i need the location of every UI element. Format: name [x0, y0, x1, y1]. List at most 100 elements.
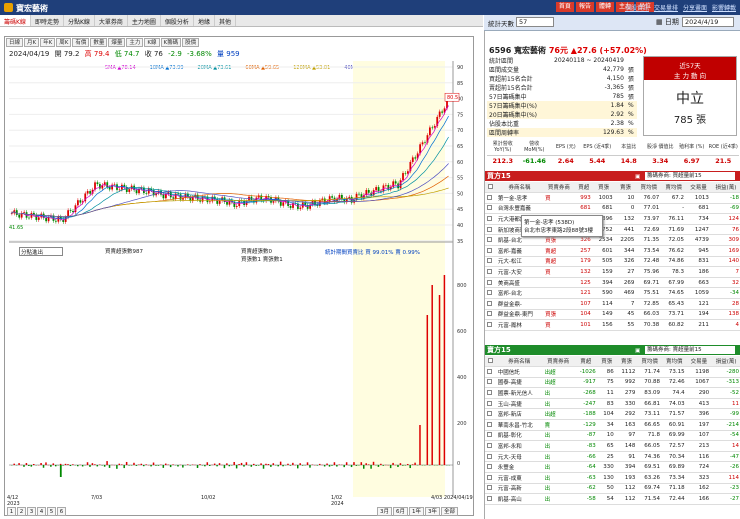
row-checkbox[interactable] — [485, 246, 496, 257]
broker-name[interactable]: 凱基-高山 — [496, 494, 543, 505]
table-row[interactable]: 永豐金出 -64 330 394 69.51 69.89 724 -26 — [485, 462, 740, 473]
top-link-1[interactable]: 交易量排 — [654, 3, 678, 12]
row-checkbox[interactable] — [485, 409, 496, 420]
broker-name[interactable]: 元富-鳳林 — [496, 320, 543, 331]
table-row[interactable]: 中國信託 出超 -1026 86 1112 71.74 73.15 1198 -280 — [485, 367, 740, 378]
column-header[interactable]: 交易量 — [687, 356, 712, 367]
chart-canvas[interactable]: 90858075706560555045403580.541.658006004… — [5, 37, 473, 505]
table-row[interactable]: 國票-新光信人出 -268 11 279 83.09 74.4 290 -52 — [485, 388, 740, 399]
page-button[interactable]: 3 — [27, 507, 36, 516]
table-row[interactable]: 元富-高新出 -62 50 112 69.74 71.18 162 -23 — [485, 483, 740, 494]
top-button-1[interactable]: 報告 — [576, 2, 594, 12]
column-header[interactable]: 券商名稱 — [496, 182, 543, 193]
table-row[interactable]: 美商高盛 125 394 269 69.71 67.99 663 32 — [485, 277, 740, 288]
broker-name[interactable]: 凱基-彰化 — [496, 430, 543, 441]
menu-tab-4[interactable]: 主力地圖 — [128, 15, 161, 26]
column-header[interactable]: 買賣券商 — [543, 356, 574, 367]
range-button[interactable]: 3月 — [377, 507, 392, 516]
range-button[interactable]: 全部 — [441, 507, 458, 516]
column-header[interactable]: 賣張 — [616, 356, 638, 367]
table-row[interactable]: 富邦-台北 121 590 469 75.51 74.65 1059 -34 — [485, 288, 740, 299]
row-checkbox[interactable] — [485, 388, 496, 399]
column-header[interactable]: 券商名稱 — [496, 356, 543, 367]
row-checkbox[interactable] — [485, 267, 496, 278]
column-header[interactable]: 買張 — [598, 356, 616, 367]
row-checkbox[interactable] — [485, 494, 496, 505]
top-button-2[interactable]: 體轉 — [596, 2, 614, 12]
menu-tab-1[interactable]: 即時走勢 — [31, 15, 64, 26]
table-row[interactable]: 元富-成東出 -63 130 193 63.26 73.34 323 114 — [485, 473, 740, 484]
page-button[interactable]: 1 — [7, 507, 16, 516]
calendar-icon[interactable]: ▦ — [656, 18, 665, 26]
table-row[interactable]: 玉山-高捷出 -247 83 330 66.81 74.03 413 11 — [485, 398, 740, 409]
broker-name[interactable]: 富邦-永和 — [496, 441, 543, 452]
column-header[interactable]: 賣張 — [615, 182, 637, 193]
table-row[interactable]: 元大-天母出 -66 25 91 74.36 70.34 116 -47 — [485, 451, 740, 462]
broker-name[interactable]: 國泰-高捷 — [496, 377, 543, 388]
row-checkbox[interactable] — [485, 288, 496, 299]
broker-name[interactable]: 元大-天母 — [496, 451, 543, 462]
broker-name[interactable]: 台灣永豐嘉義 — [496, 203, 543, 214]
row-checkbox[interactable] — [485, 203, 496, 214]
broker-name[interactable]: 永豐金 — [496, 462, 543, 473]
table-row[interactable]: 富邦-新店 出超 -188 104 292 73.11 71.57 396 -99 — [485, 409, 740, 420]
select-all-checkbox[interactable] — [485, 182, 496, 193]
table-row[interactable]: 群益金鼎- 107 114 7 72.85 65.43 121 28 — [485, 299, 740, 310]
row-checkbox[interactable] — [485, 420, 496, 431]
days-select[interactable]: 57 — [516, 17, 554, 27]
broker-name[interactable]: 富邦-新店 — [496, 409, 543, 420]
column-header[interactable]: 損益(萬) — [711, 182, 740, 193]
broker-name[interactable]: 群益金鼎-東門 — [496, 309, 543, 320]
row-checkbox[interactable] — [485, 214, 496, 225]
page-button[interactable]: 4 — [37, 507, 46, 516]
sell-broker-select[interactable]: 籌碼券商: 賣超量前15 — [645, 346, 735, 354]
row-checkbox[interactable] — [485, 430, 496, 441]
menu-tab-3[interactable]: 大單券商 — [95, 15, 128, 26]
column-header[interactable]: 損益(萬) — [711, 356, 740, 367]
row-checkbox[interactable] — [485, 377, 496, 388]
top-link-0[interactable]: 個股資訊 — [625, 3, 649, 12]
menu-tab-6[interactable]: 地緣 — [194, 15, 215, 26]
column-header[interactable]: 賣超 — [574, 356, 598, 367]
top-link-3[interactable]: 影響轉載 — [712, 3, 736, 12]
broker-name[interactable]: 第一金-忠孝 — [496, 193, 543, 204]
range-button[interactable]: 6月 — [393, 507, 408, 516]
column-header[interactable]: 買超 — [575, 182, 593, 193]
broker-name[interactable]: 元富-成東 — [496, 473, 543, 484]
row-checkbox[interactable] — [485, 462, 496, 473]
broker-name[interactable]: 富邦-嘉義 — [496, 246, 543, 257]
table-row[interactable]: 元富-鳳林買 101 156 55 70.38 60.82 211 4 — [485, 320, 740, 331]
table-row[interactable]: 凱基-高山出 -58 54 112 71.54 72.44 166 -27 — [485, 494, 740, 505]
broker-name[interactable]: 國票-新光信人 — [496, 388, 543, 399]
table-row[interactable]: 富邦-永和出 -83 65 148 66.05 72.57 213 14 — [485, 441, 740, 452]
broker-name[interactable]: 玉山-高捷 — [496, 398, 543, 409]
page-button[interactable]: 6 — [57, 507, 66, 516]
row-checkbox[interactable] — [485, 277, 496, 288]
broker-name[interactable]: 元大-松江 — [496, 256, 543, 267]
row-checkbox[interactable] — [485, 367, 496, 378]
column-header[interactable]: 買張 — [593, 182, 615, 193]
table-row[interactable]: 元富-大安買 132 159 27 75.96 78.3 186 7 — [485, 267, 740, 278]
row-checkbox[interactable] — [485, 299, 496, 310]
row-checkbox[interactable] — [485, 235, 496, 246]
lower-indicator-select[interactable]: 分點進出 — [19, 247, 63, 256]
table-row[interactable]: 富邦-嘉義 賣超 257 601 344 73.54 76.62 945 169 — [485, 246, 740, 257]
column-header[interactable]: 買均價 — [636, 182, 661, 193]
row-checkbox[interactable] — [485, 473, 496, 484]
row-checkbox[interactable] — [485, 441, 496, 452]
top-link-2[interactable]: 分享畫面 — [683, 3, 707, 12]
broker-name[interactable]: 美商高盛 — [496, 277, 543, 288]
range-button[interactable]: 3年 — [425, 507, 440, 516]
date-input[interactable]: 2024/4/19 — [682, 17, 734, 27]
table-row[interactable]: 第一金-忠孝買 993 1003 10 76.07 67.2 1013 -18 — [485, 193, 740, 204]
broker-name[interactable]: 華南永昌-竹北 — [496, 420, 543, 431]
broker-name[interactable]: 中國信託 — [496, 367, 543, 378]
row-checkbox[interactable] — [485, 256, 496, 267]
select-all-checkbox[interactable] — [485, 356, 496, 367]
row-checkbox[interactable] — [485, 193, 496, 204]
broker-name[interactable]: 群益金鼎- — [496, 299, 543, 310]
column-header[interactable]: 買均價 — [637, 356, 662, 367]
menu-tab-2[interactable]: 分點K線 — [64, 15, 95, 26]
table-row[interactable]: 華南永昌-竹北賣 -129 34 163 66.65 60.91 197 -214 — [485, 420, 740, 431]
menu-tab-0[interactable]: 籌碼K線 — [0, 15, 31, 26]
